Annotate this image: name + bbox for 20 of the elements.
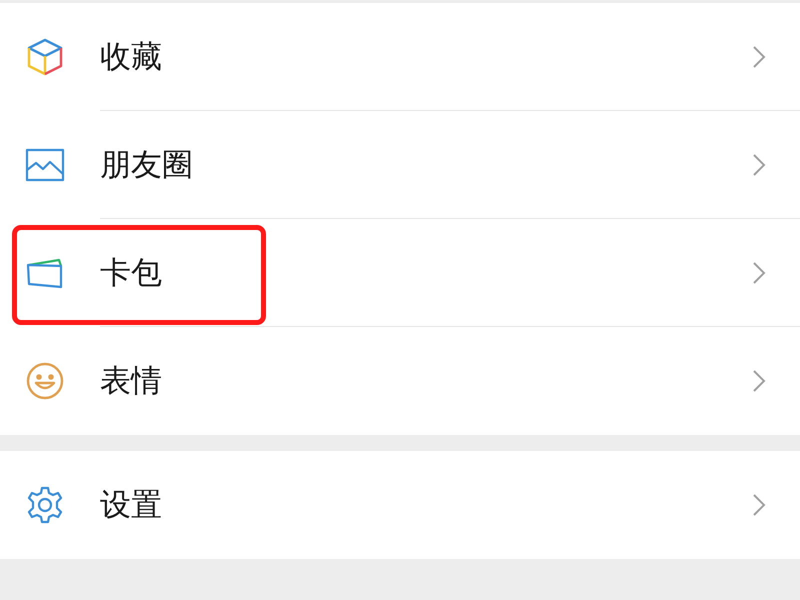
menu-item-label: 收藏 bbox=[100, 38, 163, 77]
menu-item-label: 设置 bbox=[100, 486, 163, 525]
cube-icon bbox=[25, 37, 65, 77]
menu-item-label: 卡包 bbox=[100, 254, 163, 293]
menu-item[interactable]: 收藏 bbox=[0, 3, 800, 111]
smiley-icon bbox=[25, 361, 65, 401]
picture-icon bbox=[25, 148, 65, 182]
menu-item[interactable]: 朋友圈 bbox=[0, 111, 800, 219]
chevron-icon bbox=[752, 45, 766, 69]
chevron-icon bbox=[752, 261, 766, 285]
wallet-icon bbox=[25, 256, 65, 290]
chevron-icon bbox=[752, 369, 766, 393]
chevron-icon bbox=[752, 493, 766, 517]
settings-icon bbox=[25, 485, 65, 525]
chevron-icon bbox=[752, 153, 766, 177]
menu-item-label: 表情 bbox=[100, 362, 163, 401]
menu-item[interactable]: 表情 bbox=[0, 327, 800, 435]
menu-item-label: 朋友圈 bbox=[100, 146, 194, 185]
menu-item[interactable]: 卡包 bbox=[0, 219, 800, 327]
menu-item[interactable]: 设置 bbox=[0, 451, 800, 559]
